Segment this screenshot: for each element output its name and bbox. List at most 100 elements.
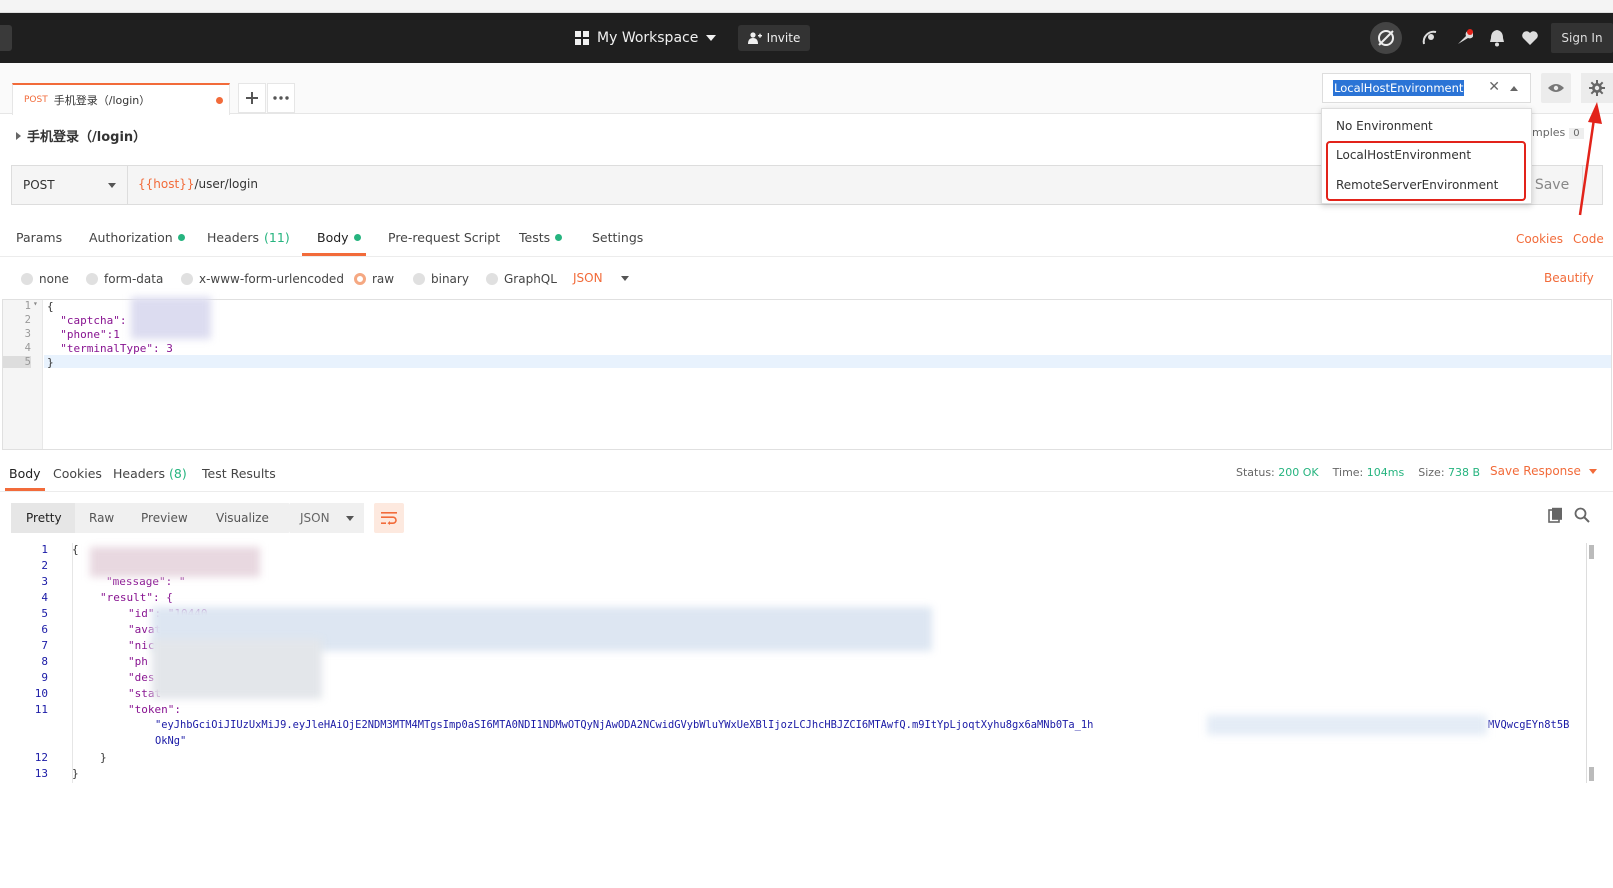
line-number: 1 [24, 300, 31, 312]
radio[interactable] [21, 273, 33, 285]
radio[interactable] [413, 273, 425, 285]
caret-right-icon [16, 131, 21, 140]
request-name[interactable]: 手机登录（/login） [16, 126, 146, 145]
response-status: Status: 200 OK Time: 104ms Size: 738 B [1236, 466, 1481, 479]
response-tab-headers[interactable]: Headers (8) [113, 466, 187, 481]
code-line: { [47, 300, 54, 313]
fold-icon[interactable]: ▾ [33, 299, 38, 308]
chevron-up-icon [1510, 86, 1518, 91]
code-line: "result": { [100, 591, 173, 604]
request-tab[interactable]: POST 手机登录（/login） [12, 83, 230, 115]
radio[interactable] [181, 273, 193, 285]
response-format-select[interactable]: JSON [290, 503, 364, 533]
url-input[interactable]: {{host}}/user/login [138, 177, 258, 191]
notification-wrench-icon[interactable] [1452, 26, 1476, 50]
code-line: "nic [128, 639, 155, 652]
clear-icon[interactable]: ✕ [1488, 79, 1500, 95]
bell-icon[interactable] [1485, 26, 1509, 50]
environment-selector[interactable]: LocalHostEnvironment ✕ [1322, 73, 1531, 103]
tab-params[interactable]: Params [16, 230, 62, 245]
response-tab-body[interactable]: Body [9, 466, 41, 481]
annotation-arrow [1578, 102, 1602, 216]
code-line: } [100, 751, 107, 764]
request-body-editor[interactable]: 1 2 3 4 5 ▾ { "captcha": "phone":1 "term… [2, 297, 1612, 450]
body-type-none[interactable]: none [21, 272, 69, 286]
url-variable: {{host}} [138, 177, 195, 191]
sign-in-button[interactable]: Sign In [1551, 23, 1613, 53]
view-mode-raw[interactable]: Raw [89, 511, 114, 525]
redaction-blur [1207, 715, 1487, 735]
code-line: OkNg" [155, 735, 187, 747]
divider [0, 491, 1613, 492]
invite-button[interactable]: Invite [738, 25, 810, 51]
chevron-down-icon [706, 35, 717, 41]
heart-icon[interactable] [1518, 26, 1542, 50]
divider [0, 256, 1613, 257]
tab-settings[interactable]: Settings [592, 230, 643, 245]
workspace-switcher[interactable]: My Workspace [575, 25, 717, 51]
body-type-form-data[interactable]: form-data [86, 272, 163, 286]
redaction-blur [90, 547, 260, 577]
environment-quick-look-button[interactable] [1541, 73, 1571, 103]
tab-headers[interactable]: Headers (11) [207, 230, 290, 245]
radio-selected[interactable] [354, 273, 366, 285]
response-tab-cookies[interactable]: Cookies [53, 466, 102, 481]
response-body-viewer[interactable]: 1 2 3 4 5 6 7 8 9 10 11 12 13 { "message… [2, 543, 1590, 883]
new-tab-button[interactable] [238, 83, 266, 113]
line-number: 10 [34, 687, 48, 700]
highlight-box [1326, 141, 1526, 201]
radio[interactable] [86, 273, 98, 285]
cookies-link[interactable]: Cookies [1516, 232, 1563, 246]
line-number: 2 [41, 559, 48, 572]
view-mode-preview[interactable]: Preview [141, 511, 188, 525]
view-mode-pretty[interactable]: Pretty [26, 511, 62, 525]
body-type-binary[interactable]: binary [413, 272, 469, 286]
chevron-down-icon [108, 183, 116, 188]
manage-environments-button[interactable] [1581, 73, 1613, 103]
sidebar-toggle[interactable] [0, 25, 12, 51]
tab-authorization[interactable]: Authorization [89, 230, 185, 245]
copy-icon[interactable] [1548, 507, 1564, 523]
invite-label: Invite [766, 31, 801, 45]
satellite-icon[interactable] [1418, 26, 1442, 50]
line-number: 1 [41, 543, 48, 556]
gear-icon [1589, 80, 1605, 96]
beautify-link[interactable]: Beautify [1544, 271, 1594, 285]
line-number: 3 [41, 575, 48, 588]
env-option-none[interactable]: No Environment [1336, 119, 1433, 133]
wrap-lines-button[interactable] [374, 503, 404, 533]
line-number: 6 [41, 623, 48, 636]
search-icon[interactable] [1574, 507, 1590, 523]
active-dot [177, 234, 185, 241]
code-link[interactable]: Code [1573, 232, 1604, 246]
body-type-urlencoded[interactable]: x-www-form-urlencoded [181, 272, 344, 286]
save-response-button[interactable]: Save Response [1490, 464, 1597, 478]
body-format-select[interactable]: JSON [573, 271, 629, 285]
unsaved-dot [216, 96, 223, 104]
workspace-grid-icon [575, 31, 589, 45]
redaction-blur [131, 297, 211, 339]
vertical-scrollbar[interactable] [1586, 543, 1595, 783]
code-line: "captcha": [47, 314, 127, 327]
sync-off-icon [1378, 30, 1394, 46]
code-line: "phone":1 [47, 328, 120, 341]
response-tab-test-results[interactable]: Test Results [202, 466, 276, 481]
view-mode-visualize[interactable]: Visualize [216, 511, 269, 525]
tab-body[interactable]: Body [317, 230, 361, 245]
tab-method: POST [24, 95, 48, 105]
code-line: } [72, 767, 79, 780]
tab-tests[interactable]: Tests [519, 230, 563, 245]
tab-options-button[interactable] [267, 83, 295, 113]
tab-pre-request-script[interactable]: Pre-request Script [388, 230, 500, 245]
active-dot [555, 234, 563, 241]
sync-status-button[interactable] [1370, 22, 1402, 54]
radio[interactable] [486, 273, 498, 285]
active-dot [353, 234, 361, 241]
body-type-raw[interactable]: raw [354, 272, 394, 286]
line-number: 13 [34, 767, 48, 780]
wrap-icon [381, 512, 397, 525]
code-line: "eyJhbGciOiJIUzUxMiJ9.eyJleHAiOjE2NDM3MT… [155, 719, 1094, 731]
method-select[interactable]: POST [12, 166, 128, 204]
gutter-divider [72, 543, 73, 783]
body-type-graphql[interactable]: GraphQL [486, 272, 557, 286]
